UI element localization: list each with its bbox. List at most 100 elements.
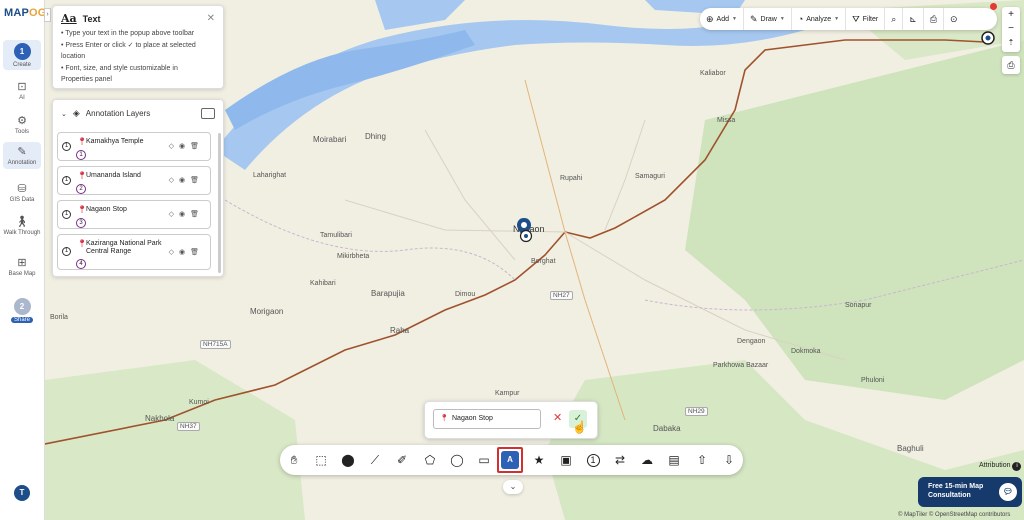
rail-item-annotation[interactable]: ✎ Annotation	[3, 142, 41, 169]
star-icon[interactable]: ★	[530, 451, 548, 469]
map-label: Mikirbheta	[337, 253, 370, 260]
notification-dot	[990, 3, 997, 10]
zoom-in-button[interactable]: +	[1002, 8, 1020, 22]
circle-icon[interactable]: ◯	[448, 451, 466, 469]
text-tool-button[interactable]: A	[497, 447, 523, 473]
print-top-button[interactable]: ⎙	[924, 8, 945, 30]
search-icon: ⌕	[891, 13, 897, 24]
rail-item-gis-data[interactable]: ⛁ GIS Data	[3, 182, 41, 203]
rail-item-ai[interactable]: ⊡ AI	[3, 80, 41, 101]
crosshair-icon: ⊙	[950, 13, 958, 24]
map-label: Kahibari	[310, 280, 336, 287]
upload-icon[interactable]: ⇧	[693, 451, 711, 469]
add-button[interactable]: ⊕ Add ▼	[700, 8, 744, 30]
annotation-item[interactable]: 1 📍︎ Umananda Island 2 ◇◉🗑︎	[57, 166, 211, 195]
map-label: Dokmoka	[791, 348, 821, 355]
cancel-button[interactable]: ✕	[553, 411, 562, 424]
collapse-toolbar-icon[interactable]: ⌄	[503, 480, 523, 494]
rectangle-icon[interactable]: ▭	[475, 451, 493, 469]
line-icon[interactable]: ⟋	[366, 451, 384, 469]
annotation-actions[interactable]: ◇◉🗑︎	[169, 210, 204, 218]
measure-button[interactable]: ⊾	[903, 8, 924, 30]
chevron-down-icon[interactable]: ⌄	[61, 110, 67, 118]
caret-down-icon: ▼	[732, 16, 737, 22]
ai-icon: ⊡	[17, 81, 27, 93]
visibility-icon: ◉	[179, 211, 191, 218]
annotation-item[interactable]: 1 📍︎ Kaziranga National Park Central Ran…	[57, 234, 211, 270]
annotation-item[interactable]: 1 📍︎ Kamakhya Temple 1 ◇◉🗑︎	[57, 132, 211, 161]
caret-down-icon: ▼	[779, 16, 785, 22]
text-popup-line: • Type your text in the popup above tool…	[61, 30, 195, 37]
road-shield: NH37	[177, 422, 200, 431]
image-icon[interactable]: ▣	[557, 451, 575, 469]
annotation-name: Kamakhya Temple	[86, 138, 144, 145]
annotation-actions[interactable]: ◇◉🗑︎	[169, 248, 204, 256]
map-label: Nakhola	[145, 414, 175, 423]
location-marker-icon	[981, 31, 995, 45]
style-icon: ◇	[168, 211, 179, 218]
measure-icon[interactable]: ✐	[393, 451, 411, 469]
layer-number-icon: 1	[62, 210, 71, 219]
text-popup-line: location	[61, 53, 86, 60]
bottom-toolbar: ✋︎ ⬚ ⬤ ⟋ ✐ ⬠ ◯ ▭ A ★ ▣ 1 ⇄ ☁ ▤ ⇧ ⇩	[280, 445, 743, 475]
compass-icon[interactable]: ⇡	[1002, 36, 1020, 50]
user-avatar[interactable]: T	[14, 485, 30, 501]
collapse-panel-icon[interactable]: ›	[44, 8, 51, 22]
chat-icon[interactable]: 💬︎	[999, 483, 1017, 501]
rail-create-label: Create	[12, 62, 31, 68]
annotation-name-input[interactable]: 📍︎ Nagaon Stop	[433, 409, 541, 429]
map-label: Sonapur	[845, 302, 872, 309]
draw-button[interactable]: ✎ Draw ▼	[744, 8, 792, 30]
attribution[interactable]: Attribution i	[979, 462, 1022, 471]
rail-item-walk-through[interactable]: 🚶︎ Walk Through	[3, 215, 41, 236]
analyze-button[interactable]: ◔ Analyze ▼	[792, 8, 847, 30]
marker-icon[interactable]: ⬤	[339, 451, 357, 469]
pin-icon: 📍︎	[440, 415, 449, 422]
polygon-icon[interactable]: ⬠	[421, 451, 439, 469]
locate-button[interactable]: ⊙	[944, 8, 964, 30]
visibility-icon: ◉	[179, 177, 191, 184]
building-icon[interactable]: ▤	[665, 451, 683, 469]
annotation-item[interactable]: 1 📍︎ Nagaon Stop 3 ◇◉🗑︎	[57, 200, 211, 229]
rail-create[interactable]: 1 Create	[3, 40, 41, 70]
analyze-icon: ◔	[797, 14, 804, 24]
map-pin-icon[interactable]	[516, 217, 536, 245]
freehand-shape-icon[interactable]: ☁	[638, 451, 656, 469]
map-label: Barapujia	[371, 289, 405, 298]
map-label: Phuloni	[861, 377, 885, 384]
consultation-banner[interactable]: Free 15-min Map Consultation 💬︎	[918, 477, 1022, 507]
delete-icon: 🗑︎	[190, 249, 204, 256]
rail-share[interactable]: 2 Share	[3, 298, 41, 323]
annotation-actions[interactable]: ◇◉🗑︎	[169, 142, 204, 150]
delete-icon: 🗑︎	[190, 143, 204, 150]
select-icon[interactable]: ⬚	[312, 451, 330, 469]
map-label: Missa	[717, 117, 736, 124]
rail-item-base-map[interactable]: ⊞ Base Map	[3, 256, 41, 277]
zoom-out-button[interactable]: −	[1002, 22, 1020, 36]
search-button[interactable]: ⌕	[885, 8, 904, 30]
tools-icon: ⚙	[17, 115, 27, 127]
caret-down-icon: ▼	[834, 16, 840, 22]
filter-button[interactable]: ⛛ Filter	[846, 8, 886, 30]
panel-scrollbar[interactable]	[218, 133, 221, 273]
annotation-badge: 4	[76, 259, 86, 269]
close-icon[interactable]: ✕	[207, 13, 215, 24]
walk-through-icon: 🚶︎	[15, 216, 29, 228]
road-shield: NH27	[550, 291, 573, 300]
annotation-actions[interactable]: ◇◉🗑︎	[169, 176, 204, 184]
pan-hand-icon[interactable]: ✋︎	[285, 451, 303, 469]
map-label: Kampur	[495, 390, 520, 397]
rail-item-tools[interactable]: ⚙ Tools	[3, 114, 41, 135]
route-icon[interactable]: ⇄	[611, 451, 629, 469]
print-button[interactable]: ⎙	[1002, 56, 1020, 74]
map-label: Samaguri	[635, 173, 665, 180]
folder-icon[interactable]	[201, 108, 215, 119]
number-icon[interactable]: 1	[584, 451, 602, 469]
app-logo[interactable]: MAPOG	[4, 7, 47, 19]
map-label: Morigaon	[250, 307, 284, 316]
map-label: Rupahi	[560, 175, 583, 182]
layer-number-icon: 1	[62, 247, 71, 256]
visibility-icon: ◉	[179, 143, 191, 150]
annotation-icon: ✎	[17, 146, 27, 158]
download-icon[interactable]: ⇩	[720, 451, 738, 469]
